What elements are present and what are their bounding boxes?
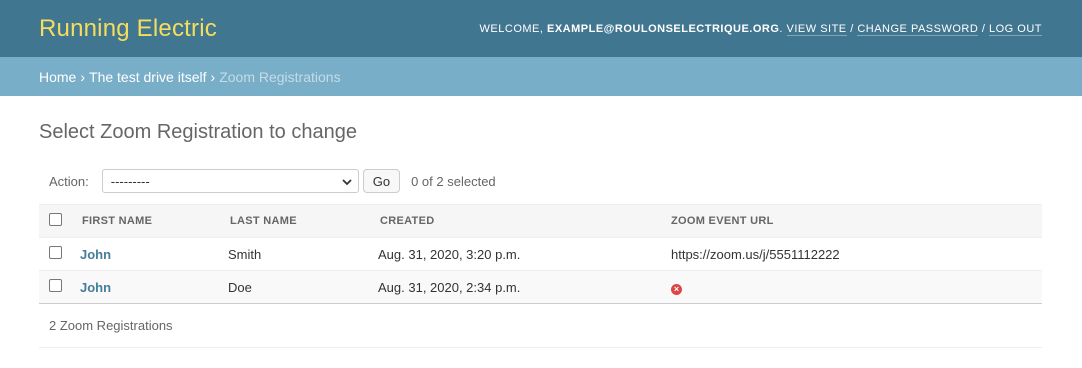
welcome-text: WELCOME, [479, 22, 547, 35]
breadcrumb-home[interactable]: Home [39, 69, 76, 85]
breadcrumb-separator: › [80, 68, 86, 85]
page-title: Select Zoom Registration to change [39, 121, 357, 143]
table-header-row: FIRST NAME LAST NAME CREATED ZOOM EVENT … [39, 204, 1042, 238]
last-name-cell: Smith [228, 237, 378, 271]
table-row: John Doe Aug. 31, 2020, 2:34 p.m. × [39, 270, 1042, 304]
selection-counter: 0 of 2 selected [411, 173, 496, 189]
change-password-link[interactable]: CHANGE PASSWORD [857, 22, 979, 36]
created-cell: Aug. 31, 2020, 3:20 p.m. [378, 237, 671, 271]
view-site-link[interactable]: VIEW SITE [786, 22, 847, 36]
breadcrumb: Home › The test drive itself › Zoom Regi… [0, 57, 1082, 96]
header: Running Electric WELCOME, EXAMPLE@ROULON… [0, 0, 1082, 57]
last-name-cell: Doe [228, 270, 378, 304]
results-table: FIRST NAME LAST NAME CREATED ZOOM EVENT … [39, 204, 1042, 304]
zoom-url-cell: × [671, 270, 1042, 304]
paginator: 2 Zoom Registrations [39, 304, 1042, 348]
column-header-last-name[interactable]: LAST NAME [228, 204, 378, 238]
action-select[interactable]: --------- [101, 169, 359, 193]
log-out-link[interactable]: LOG OUT [988, 22, 1042, 36]
breadcrumb-separator: › [210, 68, 216, 85]
zoom-url-cell: https://zoom.us/j/5551112222 [671, 237, 1042, 271]
column-header-first-name[interactable]: FIRST NAME [73, 204, 228, 238]
user-tools: WELCOME, EXAMPLE@ROULONSELECTRIQUE.ORG. … [479, 22, 1042, 36]
row-checkbox[interactable] [49, 279, 62, 292]
username: EXAMPLE@ROULONSELECTRIQUE.ORG [547, 22, 780, 35]
chevron-down-icon [342, 174, 352, 189]
breadcrumb-current: Zoom Registrations [219, 68, 341, 85]
created-cell: Aug. 31, 2020, 2:34 p.m. [378, 270, 671, 304]
first-name-link[interactable]: John [73, 247, 111, 262]
action-label: Action: [49, 173, 89, 189]
first-name-link[interactable]: John [73, 280, 111, 295]
column-header-created[interactable]: CREATED [378, 204, 671, 238]
row-select-cell [39, 237, 73, 271]
table-row: John Smith Aug. 31, 2020, 3:20 p.m. http… [39, 237, 1042, 271]
select-all-checkbox[interactable] [49, 213, 62, 226]
column-header-zoom-url[interactable]: ZOOM EVENT URL [671, 204, 1042, 238]
actions-bar: Action: --------- Go 0 of 2 selected [39, 164, 1042, 198]
breadcrumb-section[interactable]: The test drive itself [89, 69, 207, 85]
first-name-cell: John [73, 237, 228, 271]
site-brand[interactable]: Running Electric [39, 15, 217, 43]
action-select-value: --------- [110, 173, 150, 189]
row-checkbox[interactable] [49, 246, 62, 259]
row-select-cell [39, 270, 73, 304]
main-content: Select Zoom Registration to change Actio… [0, 120, 1082, 348]
select-all-cell [39, 204, 73, 238]
go-button[interactable]: Go [362, 169, 401, 193]
x-circle-icon: × [671, 283, 682, 295]
first-name-cell: John [73, 270, 228, 304]
